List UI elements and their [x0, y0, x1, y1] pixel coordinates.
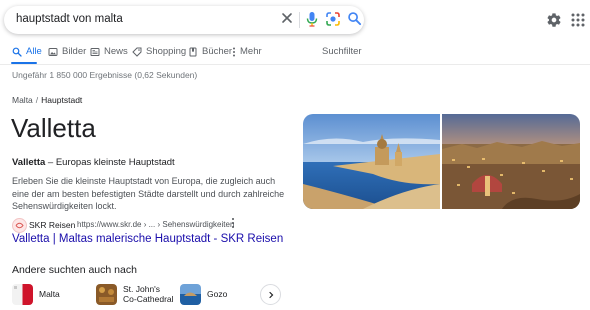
tab-books[interactable]: Bücher [188, 46, 232, 57]
search-tools-button[interactable]: Suchfilter [322, 46, 362, 57]
chip-label: Malta [39, 289, 60, 299]
answer-description: Erleben Sie die kleinste Hauptstadt von … [12, 176, 285, 212]
breadcrumb-parent[interactable]: Malta [12, 95, 33, 105]
related-search-malta[interactable]: Malta [12, 282, 60, 306]
tab-label: Bilder [62, 46, 87, 57]
apps-grid-icon[interactable] [571, 13, 585, 27]
result-link[interactable]: Valletta | Maltas malerische Hauptstadt … [12, 233, 283, 245]
news-icon [90, 47, 100, 56]
tab-more[interactable]: Mehr [232, 46, 262, 57]
more-vert-icon[interactable] [230, 217, 236, 229]
answer-subtitle-rest: – Europas kleinste Hauptstadt [45, 157, 175, 168]
image-icon [48, 47, 58, 56]
chip-label: Gozo [207, 289, 228, 299]
microphone-icon[interactable] [305, 11, 319, 27]
tab-images[interactable]: Bilder [48, 46, 86, 57]
tab-label: News [104, 46, 128, 57]
valletta-harbour-image[interactable] [303, 114, 440, 209]
close-icon[interactable] [280, 11, 294, 25]
tab-news[interactable]: News [90, 46, 128, 57]
next-button[interactable] [260, 284, 281, 305]
search-input[interactable]: hauptstadt von malta [16, 13, 123, 25]
search-icon [12, 47, 22, 57]
cathedral-thumbnail [96, 283, 117, 305]
breadcrumb-separator: / [35, 95, 39, 105]
answer-subtitle-bold: Valletta [12, 157, 46, 168]
chip-label: St. John's Co-Cathedral [123, 284, 174, 304]
breadcrumb: Malta / Hauptstadt [12, 95, 82, 105]
chip-label-line1: St. John's [123, 284, 161, 294]
tab-label: Bücher [202, 46, 233, 57]
chevron-right-icon [268, 291, 273, 298]
skr-logo-icon [15, 222, 24, 229]
more-vert-icon [233, 47, 235, 56]
valletta-evening-image[interactable] [442, 114, 580, 209]
tab-label: Shopping [146, 46, 187, 57]
search-icon[interactable] [347, 11, 362, 26]
people-also-search-heading: Andere suchten auch nach [12, 264, 137, 276]
tab-all[interactable]: Alle [12, 46, 42, 57]
breadcrumb-current: Hauptstadt [41, 95, 83, 105]
related-search-st-johns[interactable]: St. John's Co-Cathedral [96, 282, 174, 306]
tabs-divider [0, 64, 590, 65]
source-name[interactable]: SKR Reisen [29, 220, 75, 230]
gozo-thumbnail [180, 283, 201, 305]
tab-label: Alle [26, 46, 42, 57]
lens-camera-icon[interactable] [325, 11, 341, 27]
book-icon [189, 47, 197, 56]
chip-label-line2: Co-Cathedral [123, 294, 174, 304]
result-stats: Ungefähr 1 850 000 Ergebnisse (0,62 Seku… [12, 70, 198, 80]
answer-subtitle: Valletta – Europas kleinste Hauptstadt [12, 157, 175, 168]
tab-label: Mehr [240, 46, 262, 57]
tag-icon [132, 47, 142, 57]
gear-icon[interactable] [546, 12, 562, 28]
malta-flag-icon [12, 283, 33, 305]
tab-shopping[interactable]: Shopping [132, 46, 186, 57]
source-favicon [12, 218, 27, 233]
related-search-gozo[interactable]: Gozo [180, 282, 227, 306]
answer-title: Valletta [11, 113, 96, 143]
search-bar[interactable]: hauptstadt von malta [4, 6, 364, 34]
source-url: https://www.skr.de › ... › Sehenswürdigk… [77, 220, 235, 229]
search-divider [299, 12, 300, 28]
